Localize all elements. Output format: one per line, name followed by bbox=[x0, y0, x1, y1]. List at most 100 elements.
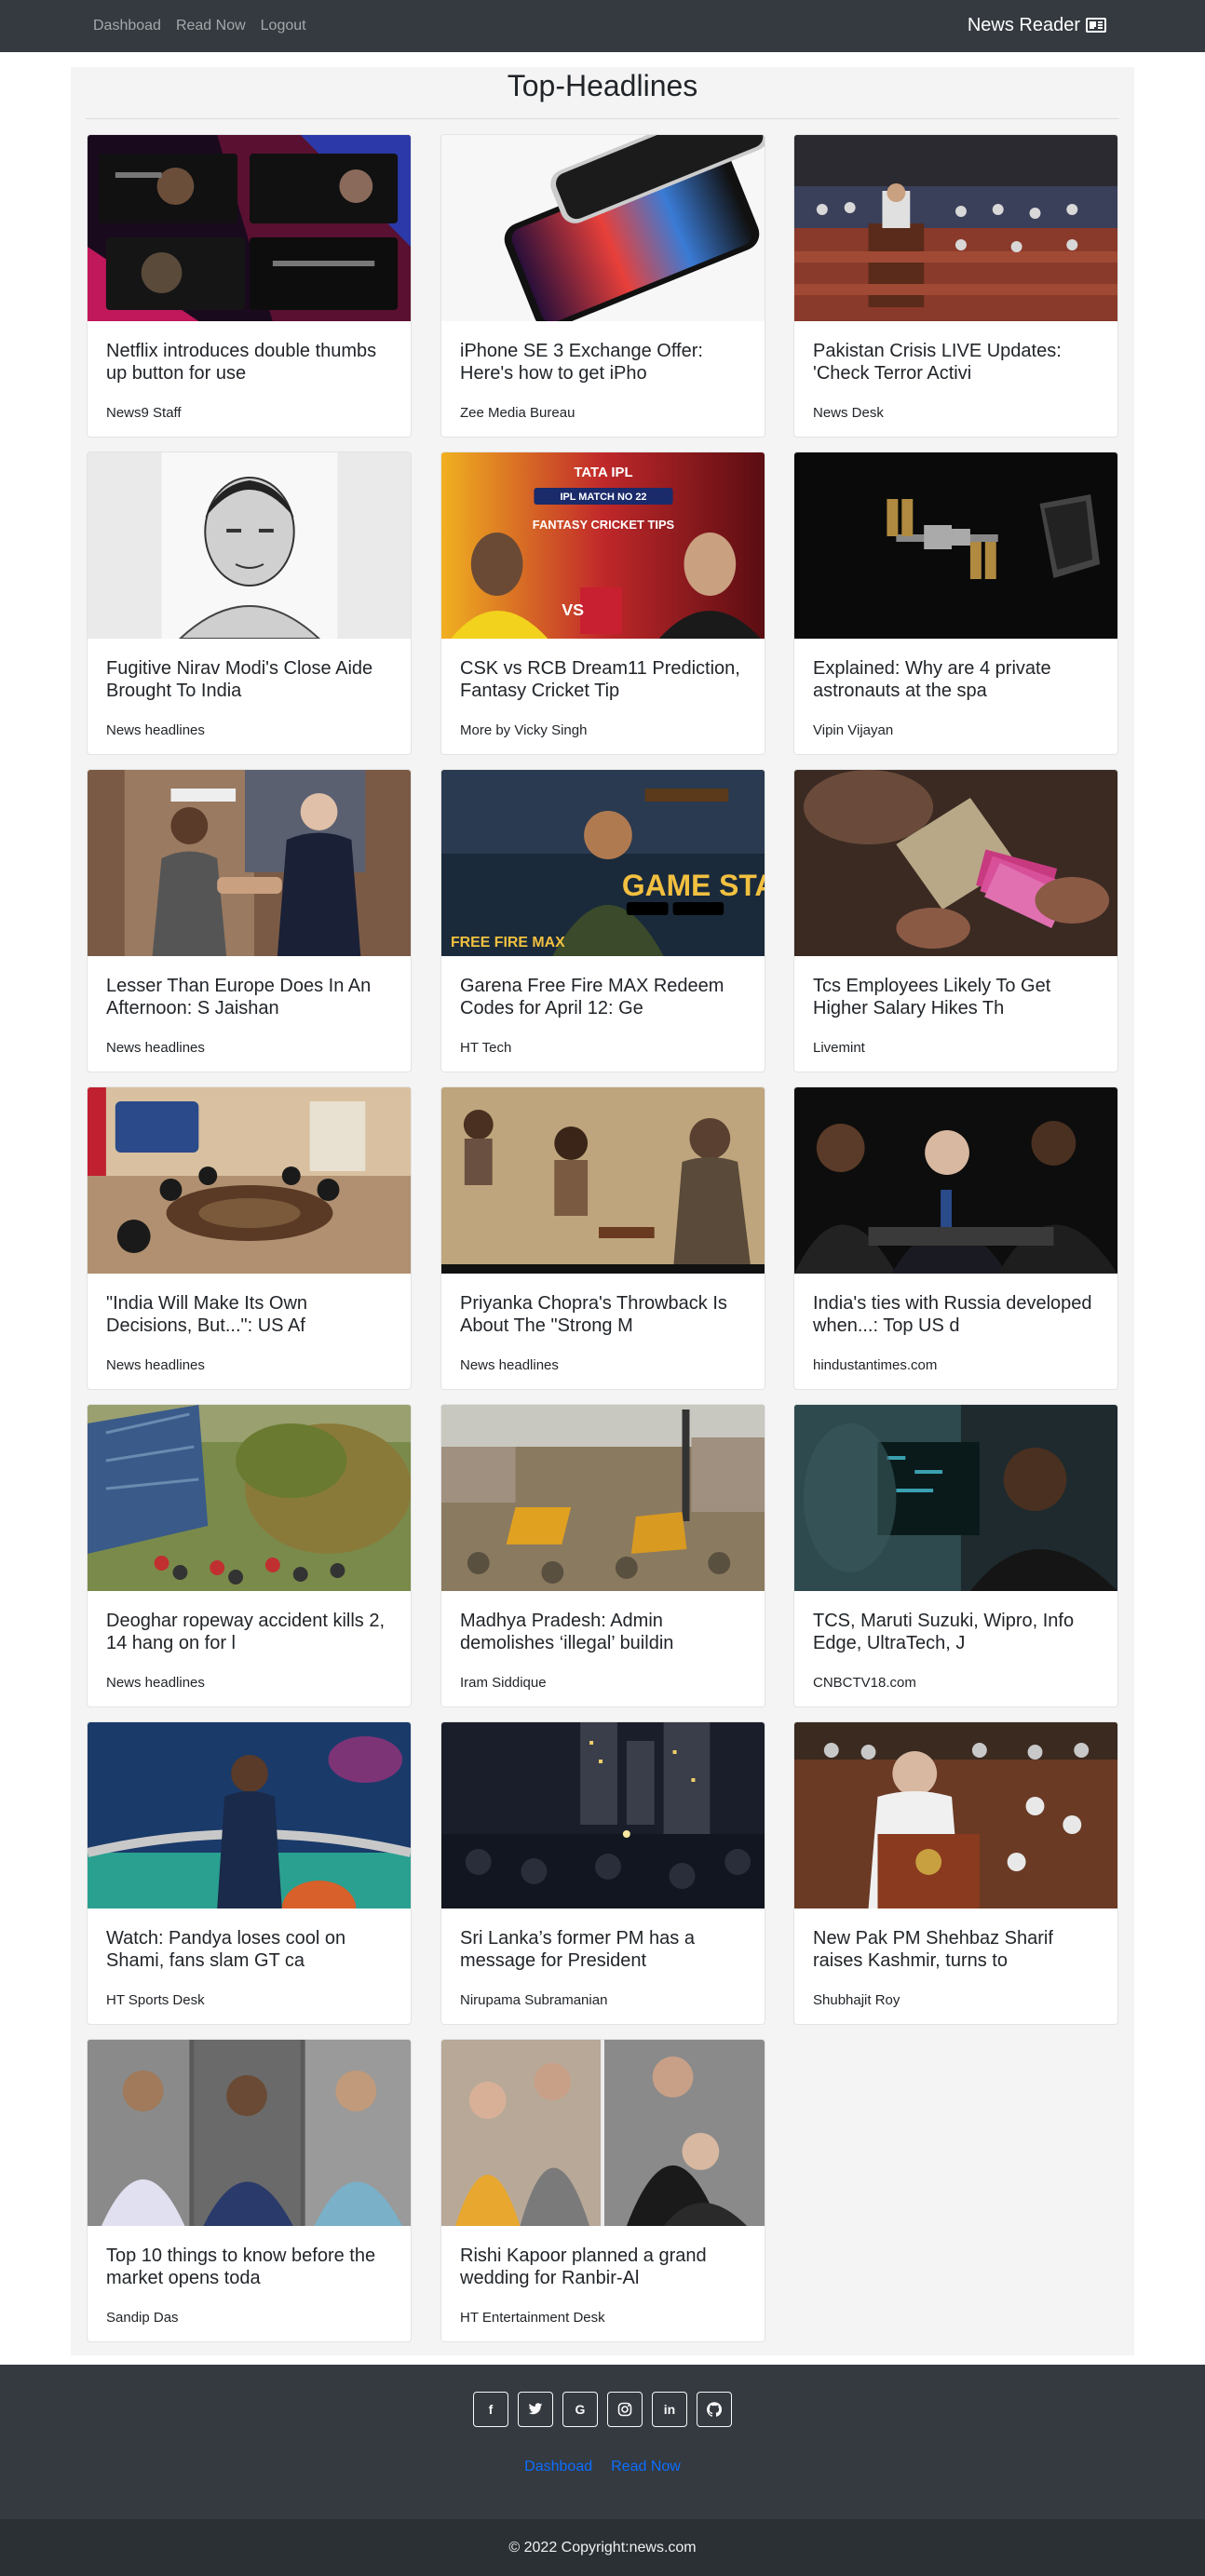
article-card[interactable]: Tcs Employees Likely To Get Higher Salar… bbox=[793, 769, 1118, 1072]
footer-link-read-now[interactable]: Read Now bbox=[611, 2459, 681, 2475]
footer-link-dashboard[interactable]: Dashboad bbox=[524, 2459, 592, 2475]
article-source: CNBCTV18.com bbox=[813, 1675, 916, 1691]
article-image[interactable] bbox=[794, 770, 1117, 956]
article-image[interactable] bbox=[794, 1722, 1117, 1908]
article-image[interactable] bbox=[794, 135, 1117, 321]
article-image[interactable]: GAME START FREE FIRE MAX bbox=[441, 770, 765, 956]
article-card[interactable]: Pakistan Crisis LIVE Updates: 'Check Ter… bbox=[793, 134, 1118, 438]
article-title[interactable]: Top 10 things to know before the market … bbox=[106, 2245, 396, 2289]
article-image[interactable] bbox=[441, 135, 765, 321]
article-title[interactable]: CSK vs RCB Dream11 Prediction, Fantasy C… bbox=[460, 657, 750, 702]
article-image[interactable] bbox=[88, 1722, 411, 1908]
article-card[interactable]: Rishi Kapoor planned a grand wedding for… bbox=[440, 2039, 765, 2342]
ff-game-start-text: GAME START bbox=[622, 869, 765, 902]
article-card[interactable]: Fugitive Nirav Modi's Close Aide Brought… bbox=[87, 452, 412, 755]
instagram-camera-icon bbox=[617, 2402, 632, 2417]
article-title[interactable]: Explained: Why are 4 private astronauts … bbox=[813, 657, 1103, 702]
article-title[interactable]: Lesser Than Europe Does In An Afternoon:… bbox=[106, 975, 396, 1019]
nav-link-read-now[interactable]: Read Now bbox=[176, 17, 246, 35]
article-card[interactable]: TATA IPL IPL MATCH NO 22 FANTASY CRICKET… bbox=[440, 452, 765, 755]
article-title[interactable]: Priyanka Chopra's Throwback Is About The… bbox=[460, 1292, 750, 1337]
nav-links: Dashboad Read Now Logout bbox=[93, 17, 306, 35]
article-image[interactable] bbox=[88, 1405, 411, 1591]
google-icon[interactable]: G bbox=[562, 2392, 598, 2427]
article-source: News headlines bbox=[106, 1357, 205, 1373]
article-image[interactable] bbox=[441, 2040, 765, 2226]
article-image[interactable] bbox=[794, 1405, 1117, 1591]
article-card[interactable]: Netflix introduces double thumbs up butt… bbox=[87, 134, 412, 438]
article-source: Zee Media Bureau bbox=[460, 405, 575, 421]
nav-link-logout[interactable]: Logout bbox=[261, 17, 306, 35]
article-card[interactable]: iPhone SE 3 Exchange Offer: Here's how t… bbox=[440, 134, 765, 438]
footer-links: Dashboad Read Now bbox=[0, 2459, 1205, 2475]
google-glyph: G bbox=[575, 2402, 586, 2417]
article-image[interactable] bbox=[794, 452, 1117, 639]
article-title[interactable]: Sri Lanka’s former PM has a message for … bbox=[460, 1927, 750, 1972]
facebook-glyph: f bbox=[488, 2402, 494, 2417]
article-source: News headlines bbox=[460, 1357, 559, 1373]
article-card[interactable]: TCS, Maruti Suzuki, Wipro, Info Edge, Ul… bbox=[793, 1404, 1118, 1707]
article-source: HT Tech bbox=[460, 1040, 512, 1056]
article-card[interactable]: Priyanka Chopra's Throwback Is About The… bbox=[440, 1086, 765, 1390]
article-card[interactable]: India's ties with Russia developed when.… bbox=[793, 1086, 1118, 1390]
article-title[interactable]: iPhone SE 3 Exchange Offer: Here's how t… bbox=[460, 340, 750, 384]
article-source: More by Vicky Singh bbox=[460, 722, 588, 738]
article-source: hindustantimes.com bbox=[813, 1357, 938, 1373]
nav-link-dashboard[interactable]: Dashboad bbox=[93, 17, 161, 35]
article-source: Iram Siddique bbox=[460, 1675, 547, 1691]
article-title[interactable]: Pakistan Crisis LIVE Updates: 'Check Ter… bbox=[813, 340, 1103, 384]
article-title[interactable]: TCS, Maruti Suzuki, Wipro, Info Edge, Ul… bbox=[813, 1610, 1103, 1654]
article-image[interactable] bbox=[441, 1405, 765, 1591]
facebook-icon[interactable]: f bbox=[473, 2392, 508, 2427]
article-card[interactable]: "India Will Make Its Own Decisions, But.… bbox=[87, 1086, 412, 1390]
article-title[interactable]: Tcs Employees Likely To Get Higher Salar… bbox=[813, 975, 1103, 1019]
article-source: Shubhajit Roy bbox=[813, 1992, 900, 2008]
article-card[interactable]: Deoghar ropeway accident kills 2, 14 han… bbox=[87, 1404, 412, 1707]
article-title[interactable]: Garena Free Fire MAX Redeem Codes for Ap… bbox=[460, 975, 750, 1019]
article-card[interactable]: Lesser Than Europe Does In An Afternoon:… bbox=[87, 769, 412, 1072]
article-title[interactable]: Netflix introduces double thumbs up butt… bbox=[106, 340, 396, 384]
article-source: News headlines bbox=[106, 1040, 205, 1056]
article-image[interactable] bbox=[441, 1087, 765, 1274]
article-card[interactable]: Watch: Pandya loses cool on Shami, fans … bbox=[87, 1721, 412, 2025]
copyright: © 2022 Copyright:news.com bbox=[0, 2519, 1205, 2576]
article-title[interactable]: "India Will Make Its Own Decisions, But.… bbox=[106, 1292, 396, 1337]
article-image[interactable]: TATA IPL IPL MATCH NO 22 FANTASY CRICKET… bbox=[441, 452, 765, 639]
article-source: News9 Staff bbox=[106, 405, 182, 421]
article-image[interactable] bbox=[88, 1087, 411, 1274]
article-image[interactable] bbox=[88, 770, 411, 956]
article-card[interactable]: GAME START FREE FIRE MAX Garena Free Fir… bbox=[440, 769, 765, 1072]
brand[interactable]: News Reader bbox=[968, 14, 1106, 36]
ipl-tips-text: FANTASY CRICKET TIPS bbox=[533, 518, 675, 532]
article-source: News headlines bbox=[106, 1675, 205, 1691]
article-image[interactable] bbox=[88, 2040, 411, 2226]
ipl-logo-text: TATA IPL bbox=[574, 465, 632, 480]
newspaper-icon bbox=[1086, 18, 1106, 33]
article-card[interactable]: New Pak PM Shehbaz Sharif raises Kashmir… bbox=[793, 1721, 1118, 2025]
article-title[interactable]: Deoghar ropeway accident kills 2, 14 han… bbox=[106, 1610, 396, 1654]
article-title[interactable]: Watch: Pandya loses cool on Shami, fans … bbox=[106, 1927, 396, 1972]
article-image[interactable] bbox=[441, 1722, 765, 1908]
article-title[interactable]: Madhya Pradesh: Admin demolishes ‘illega… bbox=[460, 1610, 750, 1654]
article-card[interactable]: Sri Lanka’s former PM has a message for … bbox=[440, 1721, 765, 2025]
svg-text:VS: VS bbox=[562, 600, 584, 619]
linkedin-icon[interactable]: in bbox=[652, 2392, 687, 2427]
instagram-icon[interactable] bbox=[607, 2392, 643, 2427]
article-title[interactable]: New Pak PM Shehbaz Sharif raises Kashmir… bbox=[813, 1927, 1103, 1972]
ipl-match-text: IPL MATCH NO 22 bbox=[560, 492, 646, 503]
article-source: Sandip Das bbox=[106, 2310, 179, 2326]
title-divider bbox=[86, 118, 1119, 119]
twitter-icon[interactable] bbox=[518, 2392, 553, 2427]
article-title[interactable]: Rishi Kapoor planned a grand wedding for… bbox=[460, 2245, 750, 2289]
article-title[interactable]: India's ties with Russia developed when.… bbox=[813, 1292, 1103, 1337]
article-image[interactable] bbox=[794, 1087, 1117, 1274]
article-card[interactable]: Madhya Pradesh: Admin demolishes ‘illega… bbox=[440, 1404, 765, 1707]
article-source: News Desk bbox=[813, 405, 884, 421]
article-card[interactable]: Top 10 things to know before the market … bbox=[87, 2039, 412, 2342]
article-title[interactable]: Fugitive Nirav Modi's Close Aide Brought… bbox=[106, 657, 396, 702]
article-card[interactable]: Explained: Why are 4 private astronauts … bbox=[793, 452, 1118, 755]
article-source: HT Entertainment Desk bbox=[460, 2310, 605, 2326]
github-icon[interactable] bbox=[697, 2392, 732, 2427]
article-image[interactable] bbox=[88, 135, 411, 321]
article-image[interactable] bbox=[88, 452, 411, 639]
